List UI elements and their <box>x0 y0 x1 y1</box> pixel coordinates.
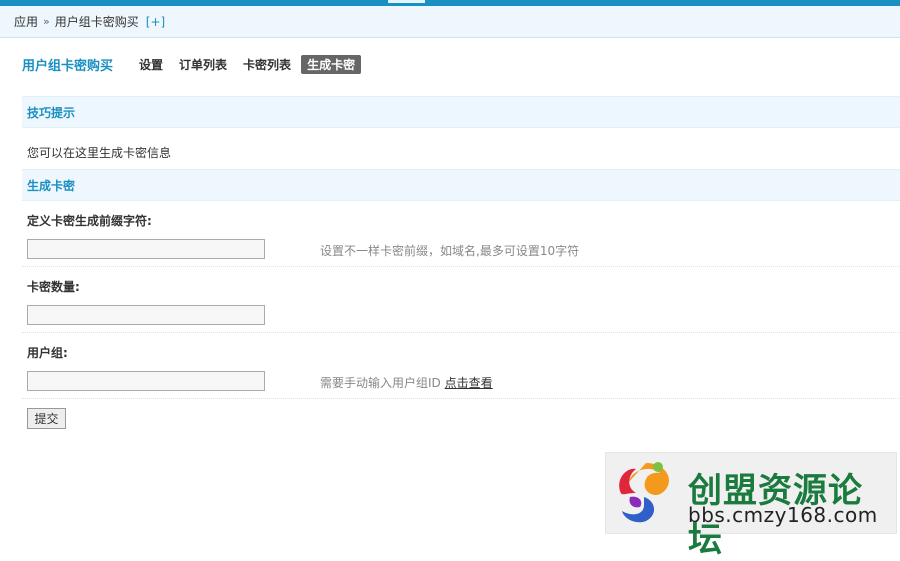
breadcrumb: 应用 » 用户组卡密购买 [+] <box>0 6 900 38</box>
form-title: 生成卡密 <box>27 178 76 193</box>
row-divider <box>22 332 900 333</box>
form-section-header: 生成卡密 <box>22 169 900 201</box>
top-accent-notch <box>388 0 425 3</box>
watermark-logo: 创盟资源论坛 bbs.cmzy168.com <box>605 452 897 560</box>
count-input[interactable] <box>27 305 265 325</box>
tab-card-list[interactable]: 卡密列表 <box>243 55 291 74</box>
add-shortcut-button[interactable]: [+] <box>146 15 165 29</box>
tips-text: 您可以在这里生成卡密信息 <box>27 146 172 160</box>
row-divider <box>22 266 900 267</box>
breadcrumb-current: 用户组卡密购买 <box>54 15 139 29</box>
tips-title: 技巧提示 <box>27 105 76 120</box>
group-input[interactable] <box>27 371 265 391</box>
watermark-url: bbs.cmzy168.com <box>688 503 878 527</box>
plugin-nav: 用户组卡密购买 设置 订单列表 卡密列表 生成卡密 <box>22 52 377 76</box>
breadcrumb-separator: » <box>43 15 50 28</box>
tips-section-header: 技巧提示 <box>22 96 900 128</box>
prefix-label: 定义卡密生成前缀字符: <box>27 214 152 228</box>
breadcrumb-root[interactable]: 应用 <box>14 13 38 30</box>
prefix-input[interactable] <box>27 239 265 259</box>
count-label: 卡密数量: <box>27 280 80 294</box>
page-title: 用户组卡密购买 <box>22 58 114 74</box>
tab-settings[interactable]: 设置 <box>139 55 163 74</box>
group-hint-text: 需要手动输入用户组ID <box>320 376 441 390</box>
view-group-link[interactable]: 点击查看 <box>445 376 493 390</box>
group-hint: 需要手动输入用户组ID 点击查看 <box>320 374 493 391</box>
tab-order-list[interactable]: 订单列表 <box>179 55 227 74</box>
tab-generate-card[interactable]: 生成卡密 <box>301 54 362 74</box>
group-label: 用户组: <box>27 346 68 360</box>
row-divider <box>22 398 900 399</box>
submit-button[interactable]: 提交 <box>27 408 66 429</box>
swirl-logo-icon <box>619 462 669 523</box>
prefix-hint: 设置不一样卡密前缀，如域名,最多可设置10字符 <box>320 244 580 258</box>
